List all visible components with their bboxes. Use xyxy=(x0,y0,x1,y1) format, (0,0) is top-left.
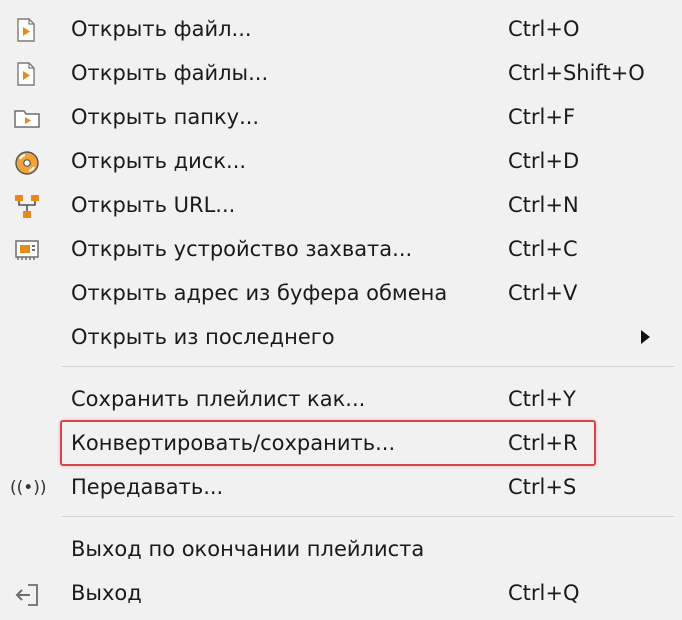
highlight-frame xyxy=(60,420,596,466)
menu-item-shortcut: Ctrl+C xyxy=(508,237,578,261)
menu-item-open-capture-device[interactable]: Открыть устройство захвата... Ctrl+C xyxy=(0,229,682,269)
context-menu: Открыть файл... Ctrl+O Открыть файлы... … xyxy=(0,0,682,620)
menu-item-open-url[interactable]: Открыть URL... Ctrl+N xyxy=(0,185,682,225)
menu-separator xyxy=(62,366,674,367)
capture-card-icon xyxy=(14,238,39,262)
menu-item-open-from-clipboard[interactable]: Открыть адрес из буфера обмена Ctrl+V xyxy=(0,273,682,313)
menu-item-shortcut: Ctrl+Shift+O xyxy=(508,61,645,85)
menu-item-label: Открыть из последнего xyxy=(71,325,335,349)
menu-item-label: Выход по окончании плейлиста xyxy=(71,537,425,561)
network-icon xyxy=(14,194,39,218)
menu-item-stream[interactable]: ((•)) Передавать... Ctrl+S xyxy=(0,467,682,507)
menu-item-label: Открыть устройство захвата... xyxy=(71,237,413,261)
menu-item-open-folder[interactable]: Открыть папку... Ctrl+F xyxy=(0,97,682,137)
menu-item-shortcut: Ctrl+O xyxy=(508,17,580,41)
media-file-icon xyxy=(14,18,38,42)
menu-item-shortcut: Ctrl+V xyxy=(508,281,578,305)
menu-item-open-file[interactable]: Открыть файл... Ctrl+O xyxy=(0,9,682,49)
menu-item-shortcut: Ctrl+N xyxy=(508,193,579,217)
menu-item-save-playlist[interactable]: Сохранить плейлист как... Ctrl+Y xyxy=(0,379,682,419)
menu-item-quit[interactable]: Выход Ctrl+Q xyxy=(0,573,682,613)
submenu-arrow-icon xyxy=(641,330,650,344)
menu-item-shortcut: Ctrl+Y xyxy=(508,387,576,411)
menu-item-quit-at-end[interactable]: Выход по окончании плейлиста xyxy=(0,529,682,569)
disc-icon xyxy=(14,150,39,175)
menu-item-shortcut: Ctrl+F xyxy=(508,105,576,129)
menu-item-label: Открыть URL... xyxy=(71,193,236,217)
menu-item-shortcut: Ctrl+Q xyxy=(508,581,580,605)
menu-item-label: Открыть адрес из буфера обмена xyxy=(71,281,448,305)
folder-icon xyxy=(14,106,40,130)
menu-item-label: Открыть файл... xyxy=(71,17,252,41)
menu-item-open-recent[interactable]: Открыть из последнего xyxy=(0,317,682,357)
menu-item-label: Передавать... xyxy=(71,475,224,499)
menu-item-label: Открыть файлы... xyxy=(71,61,269,85)
menu-item-label: Открыть папку... xyxy=(71,105,260,129)
media-files-icon xyxy=(14,62,38,86)
menu-item-shortcut: Ctrl+S xyxy=(508,475,577,499)
menu-item-open-disc[interactable]: Открыть диск... Ctrl+D xyxy=(0,141,682,181)
exit-icon xyxy=(14,582,38,606)
menu-item-open-files[interactable]: Открыть файлы... Ctrl+Shift+O xyxy=(0,53,682,93)
menu-item-label: Выход xyxy=(71,581,142,605)
menu-item-label: Открыть диск... xyxy=(71,149,247,173)
menu-item-shortcut: Ctrl+D xyxy=(508,149,580,173)
broadcast-icon: ((•)) xyxy=(10,478,47,498)
menu-separator xyxy=(62,516,674,517)
menu-item-label: Сохранить плейлист как... xyxy=(71,387,366,411)
